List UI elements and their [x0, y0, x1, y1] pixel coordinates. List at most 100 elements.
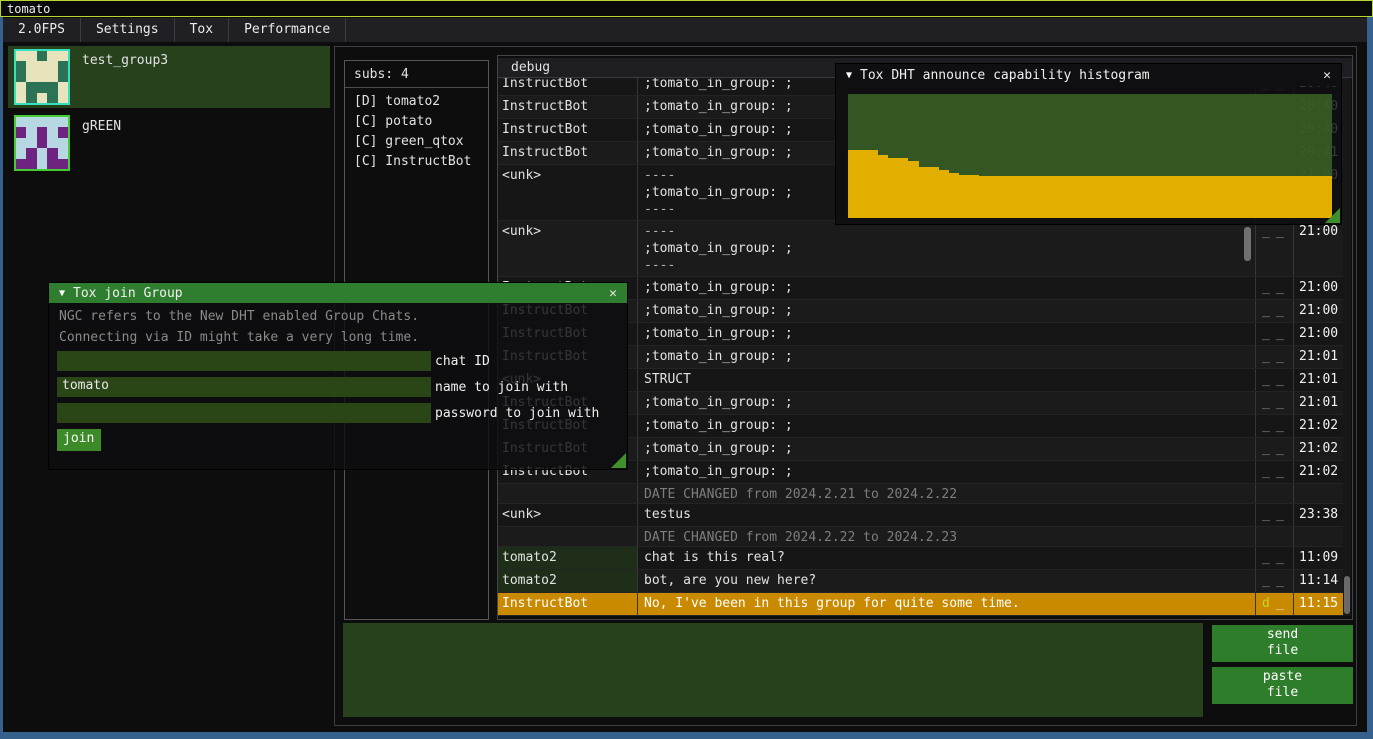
- avatar-pixel: [37, 51, 47, 61]
- message-flags: __: [1255, 392, 1293, 414]
- message-text: ;tomato_in_group: ;: [637, 392, 1255, 414]
- collapse-arrow-icon[interactable]: ▼: [59, 288, 65, 299]
- flag-unread: _: [1262, 372, 1276, 387]
- flag-unread: _: [1262, 349, 1276, 364]
- histogram-bar: [1271, 176, 1281, 218]
- avatar-pixel: [58, 138, 68, 148]
- message-time: [1293, 484, 1345, 503]
- histogram-bar: [1120, 176, 1130, 218]
- avatar-pixel: [37, 148, 47, 158]
- message-flags: __: [1255, 547, 1293, 569]
- resize-handle-icon[interactable]: [1325, 208, 1340, 223]
- histogram-bar: [1191, 176, 1201, 218]
- menu-item-settings[interactable]: Settings: [81, 18, 174, 42]
- avatar-pixel: [37, 61, 47, 71]
- message-flags: __: [1255, 323, 1293, 345]
- menu-item-performance[interactable]: Performance: [229, 18, 345, 42]
- chat-scrollbar[interactable]: [1343, 78, 1351, 616]
- flag-unread: _: [1276, 573, 1290, 588]
- tab-debug-label: debug: [511, 60, 550, 75]
- close-icon[interactable]: ✕: [605, 286, 621, 301]
- message-text: ;tomato_in_group: ;: [637, 438, 1255, 460]
- message-text: bot, are you new here?: [637, 570, 1255, 592]
- histogram-bar: [1261, 176, 1271, 218]
- close-icon[interactable]: ✕: [1319, 68, 1335, 83]
- avatar-pixel: [37, 138, 47, 148]
- avatar-pixel: [58, 93, 68, 103]
- message-flags: [1255, 484, 1293, 503]
- message-text: ;tomato_in_group: ;: [637, 346, 1255, 368]
- histogram-bar: [1291, 176, 1301, 218]
- avatar-pixel: [37, 93, 47, 103]
- group-row-gREEN[interactable]: gREEN: [8, 112, 330, 174]
- message-author: <unk>: [498, 504, 637, 526]
- join-group-titlebar[interactable]: ▼ Tox join Group ✕: [49, 283, 627, 303]
- join-field-label: chat ID: [435, 354, 490, 369]
- chat-message-row: InstructBotNo, I've been in this group f…: [498, 593, 1345, 616]
- avatar-pixel: [16, 159, 26, 169]
- histogram-bar: [1251, 176, 1261, 218]
- message-author: <unk>: [498, 165, 637, 220]
- flag-unread: _: [1276, 303, 1290, 318]
- histogram-bar: [1181, 176, 1191, 218]
- histogram-bar: [979, 176, 989, 218]
- paste-file-button[interactable]: pastefile: [1212, 667, 1353, 704]
- os-window-titlebar[interactable]: tomato: [0, 0, 1373, 17]
- message-time: 21:01: [1293, 369, 1345, 391]
- histogram-bar: [1019, 176, 1029, 218]
- avatar-pixel: [47, 72, 57, 82]
- message-author: InstructBot: [498, 593, 637, 615]
- histogram-bar: [1050, 176, 1060, 218]
- group-row-test_group3[interactable]: test_group3: [8, 46, 330, 108]
- join-input-password-to-join-with[interactable]: [57, 403, 431, 423]
- tomato-app-window: { "window": { "title": "tomato" }, "menu…: [0, 0, 1373, 739]
- collapse-arrow-icon[interactable]: ▼: [846, 70, 852, 81]
- message-author: InstructBot: [498, 96, 637, 118]
- message-cell-scrollbar-thumb[interactable]: [1244, 227, 1251, 261]
- join-input-name-to-join-with[interactable]: tomato: [57, 377, 431, 397]
- avatar-pixel: [26, 148, 36, 158]
- message-input[interactable]: [343, 623, 1203, 717]
- avatar-pixel: [26, 72, 36, 82]
- message-time: 11:15: [1293, 593, 1345, 615]
- send-file-button[interactable]: sendfile: [1212, 625, 1353, 662]
- menu-bar: 2.0FPSSettingsToxPerformance: [3, 18, 1367, 42]
- join-button[interactable]: join: [57, 429, 101, 451]
- date-separator-row: DATE CHANGED from 2024.2.22 to 2024.2.23: [498, 527, 1345, 547]
- group-avatar: [14, 49, 70, 105]
- message-flags: __: [1255, 504, 1293, 526]
- message-time: 21:01: [1293, 346, 1345, 368]
- histogram-bar: [1211, 176, 1221, 218]
- avatar-pixel: [47, 117, 57, 127]
- message-text: ;tomato_in_group: ;: [637, 277, 1255, 299]
- os-window-title: tomato: [7, 2, 50, 16]
- sub-member-potato[interactable]: [C] potato: [345, 112, 488, 132]
- resize-handle-icon[interactable]: [611, 453, 626, 468]
- avatar-pixel: [26, 51, 36, 61]
- histogram-bar: [878, 155, 888, 218]
- flag-unread: _: [1276, 224, 1290, 239]
- histogram-bar: [999, 176, 1009, 218]
- sub-member-InstructBot[interactable]: [C] InstructBot: [345, 152, 488, 172]
- join-input-chat-ID[interactable]: [57, 351, 431, 371]
- join-group-dialog: ▼ Tox join Group ✕ NGC refers to the New…: [48, 282, 628, 470]
- message-flags: __: [1255, 438, 1293, 460]
- chat-scrollbar-thumb[interactable]: [1344, 576, 1350, 614]
- histogram-bar: [969, 175, 979, 218]
- message-author: [498, 484, 637, 503]
- message-text: ----;tomato_in_group: ;----: [637, 221, 1255, 276]
- sub-member-tomato2[interactable]: [D] tomato2: [345, 92, 488, 112]
- sub-member-green_qtox[interactable]: [C] green_qtox: [345, 132, 488, 152]
- avatar-pixel: [47, 127, 57, 137]
- histogram-bar: [1150, 176, 1160, 218]
- join-hint-2: Connecting via ID might take a very long…: [59, 330, 627, 345]
- message-line: ;tomato_in_group: ;: [644, 326, 1251, 343]
- histogram-bar: [1171, 176, 1181, 218]
- dht-histogram-titlebar[interactable]: ▼ Tox DHT announce capability histogram …: [836, 64, 1341, 86]
- avatar-pixel: [58, 117, 68, 127]
- histogram-bar: [1221, 176, 1231, 218]
- histogram-bar: [949, 173, 959, 218]
- flag-unread: _: [1262, 418, 1276, 433]
- avatar-pixel: [37, 159, 47, 169]
- menu-item-tox[interactable]: Tox: [175, 18, 228, 42]
